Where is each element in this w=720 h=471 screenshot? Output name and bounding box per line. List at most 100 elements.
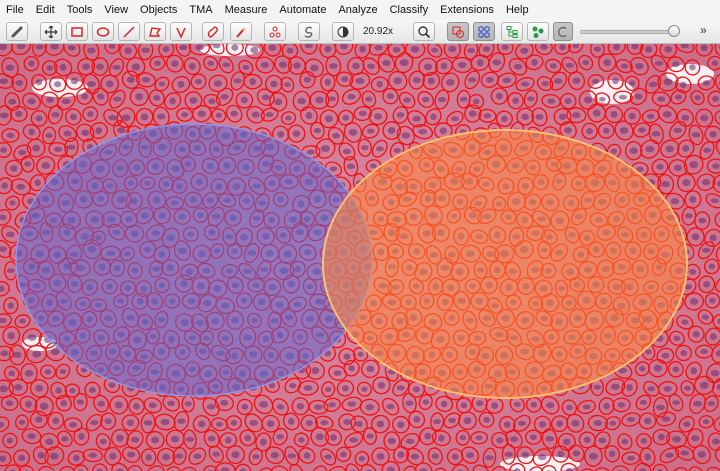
menu-edit[interactable]: Edit	[30, 0, 61, 20]
nucleus	[517, 420, 527, 426]
menu-analyze[interactable]: Analyze	[332, 0, 383, 20]
nucleus	[673, 335, 681, 341]
show-tma-grid-button[interactable]	[473, 22, 495, 41]
nucleus	[265, 112, 274, 118]
nucleus	[287, 418, 295, 425]
menu-objects[interactable]: Objects	[134, 0, 183, 20]
nucleus	[252, 454, 260, 460]
nucleus	[673, 127, 683, 134]
show-pixel-classification-button[interactable]	[553, 22, 573, 41]
nucleus	[711, 438, 720, 445]
menu-tma[interactable]: TMA	[183, 0, 218, 20]
menu-classify[interactable]: Classify	[384, 0, 435, 20]
menu-extensions[interactable]: Extensions	[434, 0, 500, 20]
nucleus	[645, 46, 653, 53]
nucleus	[513, 63, 523, 70]
nucleus	[162, 453, 170, 461]
nucleus	[124, 47, 132, 55]
move-tool-button[interactable]	[40, 22, 62, 41]
nucleus	[610, 148, 618, 154]
nucleus	[662, 111, 672, 118]
nucleus	[646, 113, 655, 119]
nucleus	[588, 452, 598, 460]
nucleus	[233, 78, 242, 84]
nucleus	[61, 98, 71, 105]
nucleus	[563, 438, 571, 446]
menu-help[interactable]: Help	[500, 0, 535, 20]
nucleus	[8, 370, 16, 377]
show-annotations-button[interactable]	[447, 22, 469, 41]
opacity-slider-thumb[interactable]	[668, 25, 680, 37]
nucleus	[76, 399, 85, 405]
nucleus	[332, 132, 340, 139]
nucleus	[116, 434, 124, 442]
nucleus	[343, 418, 351, 426]
fill-detections-button[interactable]	[527, 22, 549, 41]
menu-file[interactable]: File	[0, 0, 30, 20]
nucleus	[651, 131, 661, 137]
nucleus	[412, 115, 421, 122]
brush-tool-button[interactable]	[202, 22, 224, 41]
nucleus	[249, 78, 256, 86]
nucleus	[422, 399, 430, 405]
zoom-to-fit-button[interactable]	[413, 22, 435, 41]
ellipse-tool-button[interactable]	[92, 22, 114, 41]
nucleus	[610, 111, 618, 118]
menu-automate[interactable]: Automate	[273, 0, 332, 20]
menu-tools[interactable]: Tools	[61, 0, 99, 20]
measure-tool-button[interactable]	[6, 22, 28, 41]
nucleus	[672, 61, 680, 68]
rectangle-tool-button[interactable]	[66, 22, 88, 41]
nucleus	[130, 436, 140, 443]
nucleus	[324, 45, 332, 53]
nucleus	[306, 149, 315, 155]
image-viewer[interactable]	[0, 44, 720, 471]
nucleus	[582, 60, 590, 66]
brightness-contrast-button[interactable]	[332, 22, 354, 41]
nucleus	[320, 420, 329, 426]
wand-tool-button[interactable]	[230, 22, 252, 41]
nucleus	[212, 451, 221, 457]
polyline-tool-button[interactable]	[170, 22, 192, 41]
annotation-ellipse-blue[interactable]	[15, 123, 373, 397]
nucleus	[24, 161, 32, 167]
nucleus	[593, 384, 602, 390]
nucleus	[540, 44, 548, 50]
nucleus	[333, 370, 342, 376]
nucleus	[311, 367, 320, 375]
menu-view[interactable]: View	[98, 0, 134, 20]
nucleus	[689, 196, 697, 203]
nucleus	[112, 96, 122, 102]
nucleus	[700, 44, 708, 52]
nucleus	[664, 46, 673, 53]
selection-mode-button[interactable]	[298, 22, 320, 41]
nucleus	[421, 96, 430, 103]
points-icon	[269, 26, 281, 37]
nucleus	[143, 420, 153, 426]
show-detections-button[interactable]	[501, 22, 523, 41]
nucleus	[475, 435, 483, 441]
polygon-tool-button[interactable]	[144, 22, 166, 41]
points-tool-button[interactable]	[264, 22, 286, 41]
nucleus	[96, 93, 105, 100]
nucleus	[433, 419, 441, 425]
nucleus	[6, 437, 14, 444]
opacity-slider-track[interactable]	[580, 30, 680, 34]
annotation-ellipse-orange[interactable]	[322, 129, 688, 399]
nucleus	[63, 130, 72, 137]
line-tool-button[interactable]	[118, 22, 140, 41]
toolbar-overflow-icon[interactable]: »	[700, 23, 707, 37]
nucleus	[324, 115, 333, 123]
nucleus	[645, 145, 655, 153]
nucleus	[393, 148, 401, 154]
nucleus	[160, 418, 170, 426]
nucleus	[240, 96, 248, 104]
nucleus	[355, 77, 365, 85]
nucleus	[292, 62, 301, 69]
nucleus	[430, 113, 437, 121]
slide-canvas[interactable]	[0, 44, 720, 471]
nucleus	[328, 402, 336, 408]
nucleus	[222, 62, 231, 68]
menu-measure[interactable]: Measure	[219, 0, 274, 20]
nucleus	[526, 96, 535, 102]
